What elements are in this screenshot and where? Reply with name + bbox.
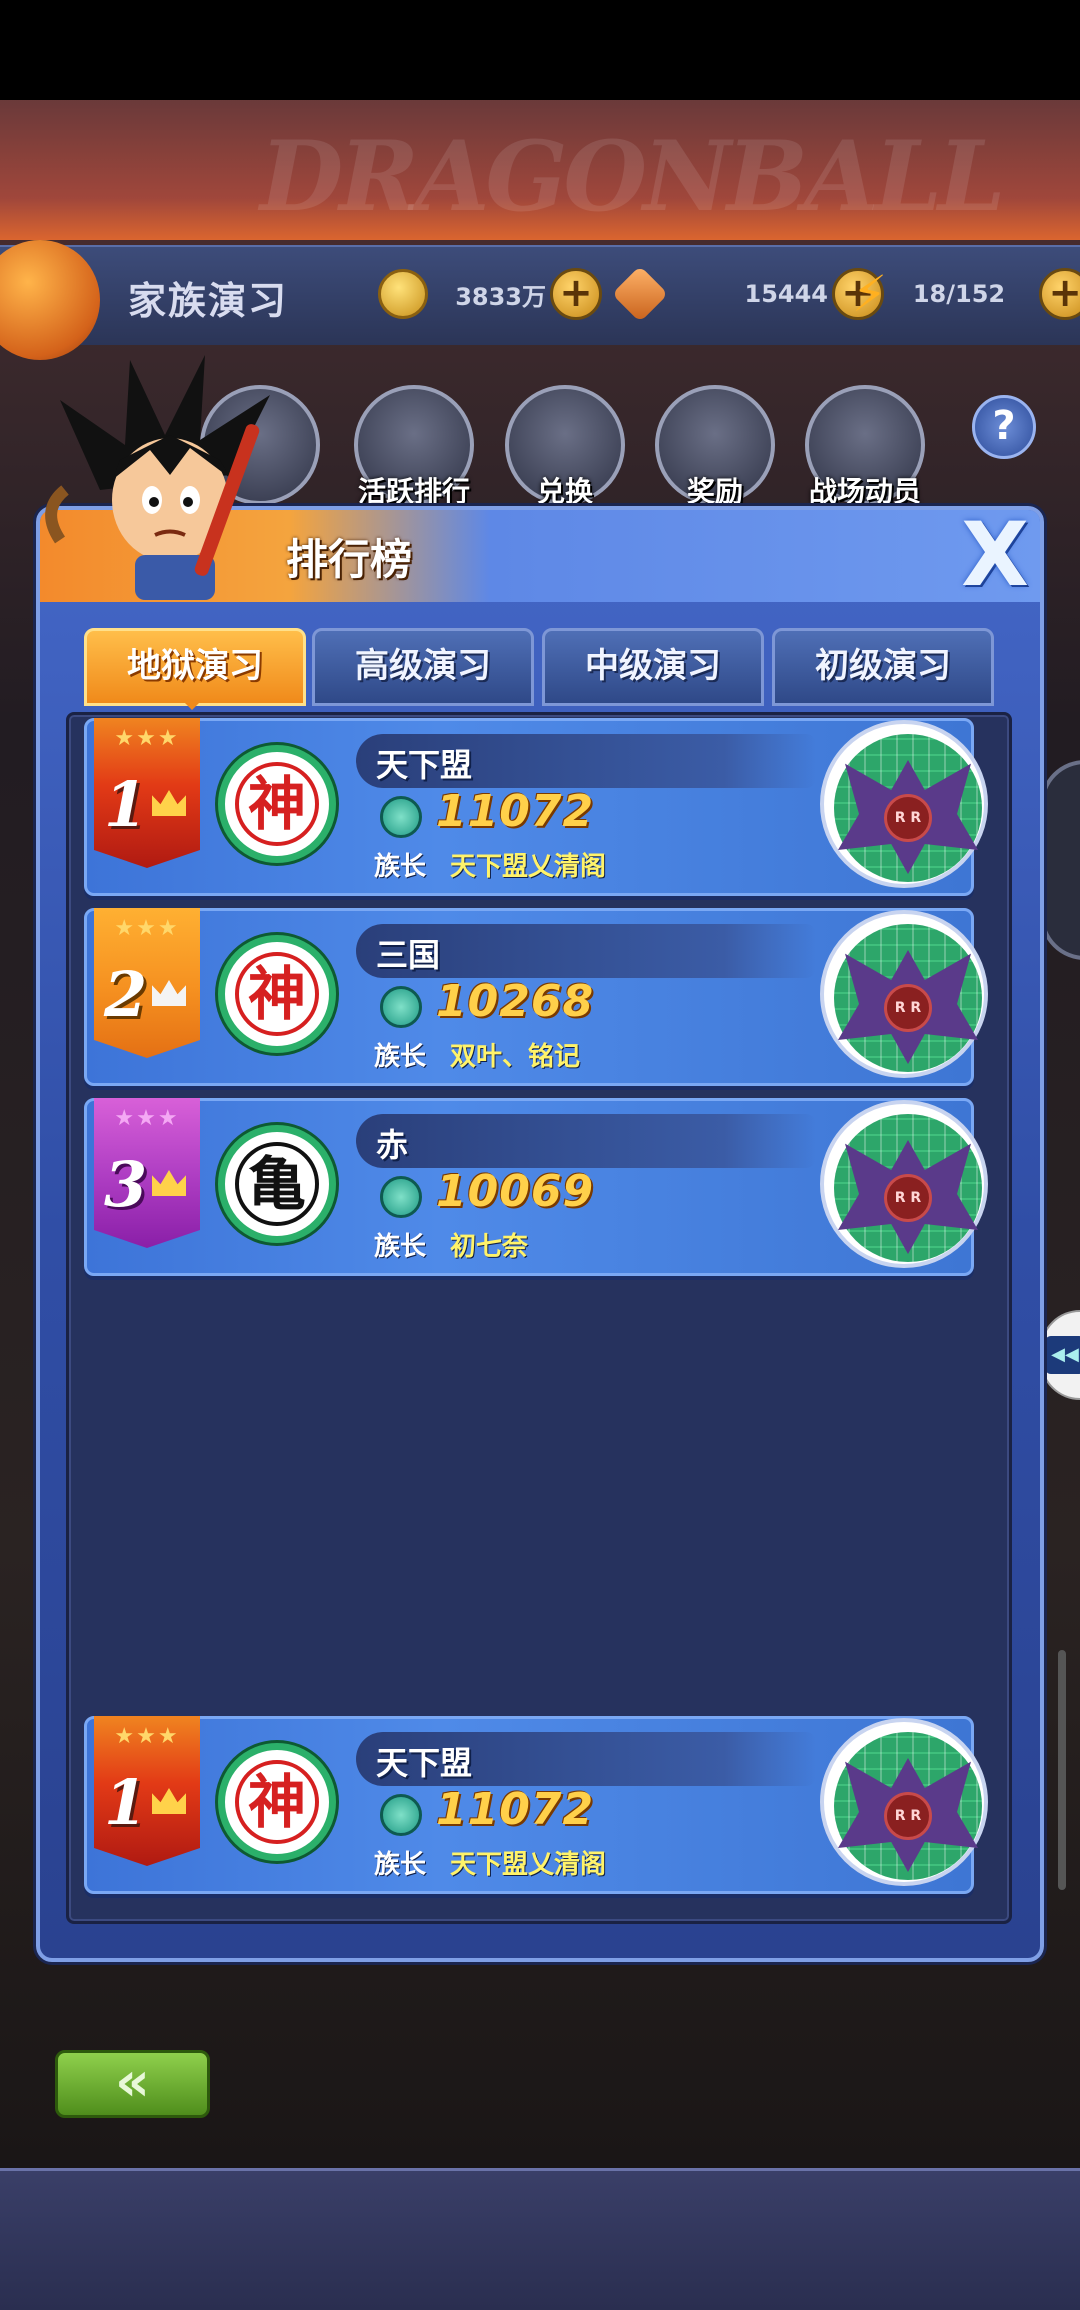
rank-stars: ★★★ — [114, 1724, 180, 1749]
clan-emblem-icon[interactable]: R R — [820, 910, 988, 1078]
lightning-icon: ⚡ — [852, 265, 888, 323]
score-icon — [380, 1794, 422, 1836]
clan-emblem-icon[interactable]: R R — [820, 1718, 988, 1886]
rank-number: 2 — [104, 958, 148, 1031]
rank-number: 1 — [104, 1766, 148, 1839]
rank-badge-2: ★★★ 2 — [94, 908, 200, 1058]
rank-stars: ★★★ — [114, 916, 180, 941]
leader-name: 初七奈 — [450, 1232, 529, 1262]
close-icon[interactable]: X — [955, 511, 1035, 599]
score-icon — [380, 986, 422, 1028]
page-title: 家族演习 — [128, 279, 289, 323]
rank-badge-1: ★★★ 1 — [94, 718, 200, 868]
clan-badge-icon: 亀 — [218, 1125, 336, 1243]
help-icon[interactable]: ? — [972, 395, 1036, 459]
gem-resource: 15444 + — [611, 265, 884, 323]
score-icon — [380, 1176, 422, 1218]
gem-icon — [611, 265, 669, 323]
menu-label-activity: 活跃排行 — [357, 475, 470, 508]
scrollbar[interactable] — [1058, 1650, 1066, 1890]
rewind-icon: ◀◀ — [1045, 1336, 1080, 1374]
coin-icon — [378, 269, 428, 319]
add-gold-button[interactable]: + — [550, 268, 602, 320]
clan-badge-icon: 神 — [218, 1743, 336, 1861]
clan-name: 天下盟 — [376, 746, 473, 784]
clan-score: 11072 — [436, 1784, 595, 1835]
status-bar — [0, 0, 1080, 100]
clan-score: 11072 — [436, 786, 595, 837]
gem-value: 15444 — [744, 280, 829, 308]
tab-advanced-drill[interactable]: 高级演习 — [312, 628, 534, 706]
clan-name: 赤 — [376, 1126, 409, 1164]
rank-badge-3: ★★★ 3 — [94, 1098, 200, 1248]
leader-label: 族长 — [374, 1232, 427, 1262]
side-event-button[interactable] — [1040, 760, 1080, 960]
leader-label: 族长 — [374, 1042, 427, 1072]
gold-value: 3833万 — [455, 282, 546, 311]
score-icon — [380, 796, 422, 838]
leader-label: 族长 — [374, 852, 427, 882]
clan-name: 天下盟 — [376, 1744, 473, 1782]
leader-name: 天下盟乂清阁 — [450, 1850, 607, 1880]
leader-name: 双叶、铭记 — [450, 1042, 581, 1072]
stamina-value: 18/152 — [912, 280, 1006, 308]
clan-score: 10268 — [436, 976, 595, 1027]
menu-label-rewards: 奖励 — [686, 475, 743, 508]
clan-emblem-icon[interactable]: R R — [820, 1100, 988, 1268]
rank-number: 3 — [104, 1148, 148, 1221]
leader-label: 族长 — [374, 1850, 427, 1880]
clan-name: 三国 — [376, 936, 441, 974]
my-rank-badge: ★★★ 1 — [94, 1716, 200, 1866]
active-tab-indicator — [182, 700, 202, 710]
tab-hell-drill[interactable]: 地狱演习 — [84, 628, 306, 706]
leader-name: 天下盟乂清阁 — [450, 852, 607, 882]
bottom-bar — [0, 2168, 1080, 2310]
add-stamina-button[interactable]: + — [1039, 268, 1080, 320]
game-logo: DRAGONBALL Z — [260, 120, 1006, 346]
rank-stars: ★★★ — [114, 726, 180, 751]
menu-label-exchange: 兑换 — [536, 475, 593, 508]
gold-resource: 3833万 + — [378, 268, 602, 320]
rank-stars: ★★★ — [114, 1106, 180, 1131]
clan-score: 10069 — [436, 1166, 595, 1217]
clan-emblem-icon[interactable]: R R — [820, 720, 988, 888]
tab-beginner-drill[interactable]: 初级演习 — [772, 628, 994, 706]
stamina-resource: ⚡ 18/152 + — [852, 268, 1080, 320]
clan-badge-icon: 神 — [218, 745, 336, 863]
clan-badge-icon: 神 — [218, 935, 336, 1053]
rank-number: 1 — [104, 768, 148, 841]
modal-title: 排行榜 — [286, 535, 413, 584]
back-button[interactable]: « — [55, 2050, 210, 2118]
tab-intermediate-drill[interactable]: 中级演习 — [542, 628, 764, 706]
name-plate — [356, 1114, 816, 1168]
menu-label-mobilize: 战场动员 — [808, 475, 921, 508]
goku-character-icon — [45, 355, 270, 600]
